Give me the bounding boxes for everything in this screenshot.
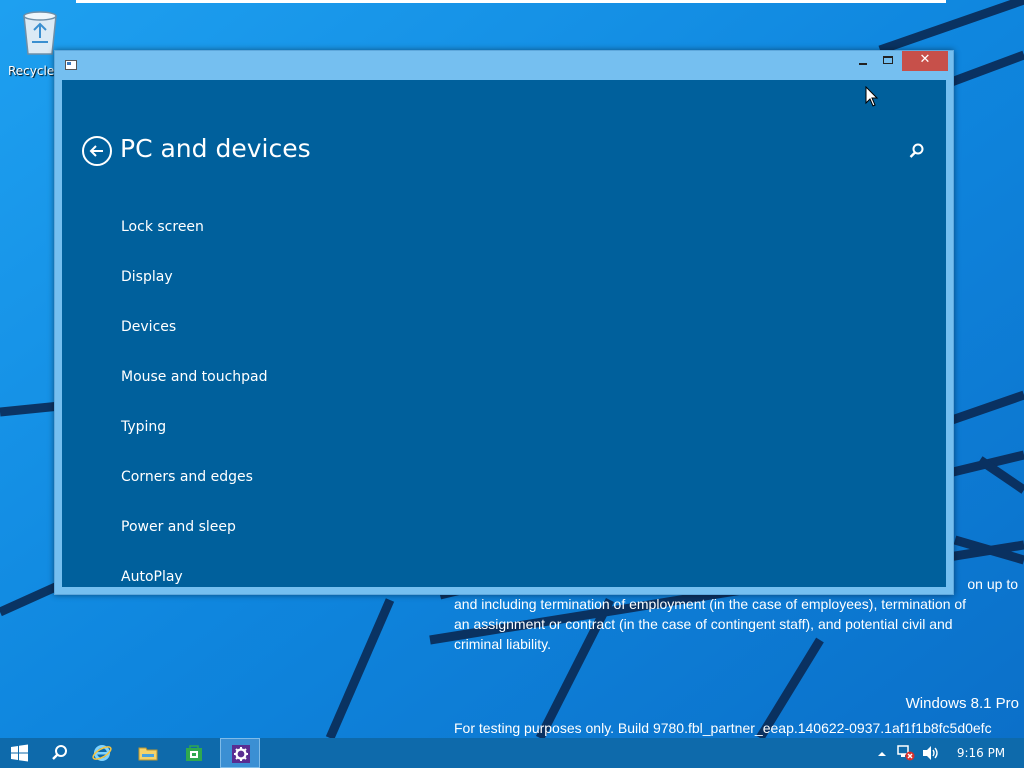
- settings-content: PC and devices Lock screen Display Devic…: [62, 80, 946, 587]
- network-disconnected-icon: [897, 745, 915, 761]
- taskbar-pc-settings[interactable]: [220, 738, 260, 768]
- taskbar-store[interactable]: [174, 738, 214, 768]
- mouse-cursor-icon: [865, 86, 879, 107]
- build-watermark: For testing purposes only. Build 9780.fb…: [454, 720, 992, 736]
- legal-line: an assignment or contract (in the case o…: [454, 616, 953, 632]
- internet-explorer-icon: [92, 745, 112, 761]
- nav-item-lock-screen[interactable]: Lock screen: [121, 217, 268, 267]
- nav-item-display[interactable]: Display: [121, 267, 268, 317]
- page-title: PC and devices: [120, 134, 311, 163]
- nav-item-corners-and-edges[interactable]: Corners and edges: [121, 467, 268, 517]
- taskbar-internet-explorer[interactable]: [82, 738, 122, 768]
- background-window-edge: [76, 0, 946, 3]
- speaker-icon: [923, 746, 938, 760]
- back-button[interactable]: [82, 136, 112, 166]
- search-button[interactable]: [908, 142, 926, 160]
- nav-item-mouse-and-touchpad[interactable]: Mouse and touchpad: [121, 367, 268, 417]
- close-icon: ✕: [919, 52, 931, 67]
- legal-line: and including termination of employment …: [454, 596, 967, 612]
- nav-item-autoplay[interactable]: AutoPlay: [121, 567, 268, 587]
- window-titlebar[interactable]: ✕: [55, 51, 953, 80]
- settings-icon: [232, 745, 250, 763]
- file-explorer-icon: [138, 747, 158, 761]
- settings-nav-list: Lock screen Display Devices Mouse and to…: [121, 217, 268, 587]
- recycle-bin-label: Recycle Bin: [8, 64, 60, 78]
- nav-item-typing[interactable]: Typing: [121, 417, 268, 467]
- start-button[interactable]: [0, 738, 40, 768]
- volume-button[interactable]: [920, 738, 942, 768]
- search-icon: [52, 745, 67, 760]
- recycle-bin-icon: [23, 11, 57, 55]
- store-icon: [186, 745, 202, 761]
- app-window-icon[interactable]: [65, 60, 77, 70]
- windows-start-icon: [11, 744, 28, 762]
- show-hidden-icons-button[interactable]: [872, 738, 892, 768]
- network-status-button[interactable]: [894, 738, 918, 768]
- taskbar-search-button[interactable]: [40, 738, 80, 768]
- taskbar: 9:16 PM: [0, 738, 1024, 768]
- close-button[interactable]: ✕: [902, 51, 948, 71]
- taskbar-clock[interactable]: 9:16 PM: [946, 738, 1016, 768]
- minimize-button[interactable]: [844, 51, 878, 71]
- back-arrow-icon: [89, 145, 103, 157]
- nav-item-power-and-sleep[interactable]: Power and sleep: [121, 517, 268, 567]
- nav-item-devices[interactable]: Devices: [121, 317, 268, 367]
- search-icon: [909, 143, 924, 158]
- chevron-up-icon: [878, 752, 886, 756]
- windows-edition-watermark: Windows 8.1 Pro: [905, 695, 1019, 712]
- pc-settings-window: ✕ PC and devices Lock screen Display Dev…: [54, 50, 954, 595]
- legal-line: criminal liability.: [454, 636, 551, 652]
- taskbar-file-explorer[interactable]: [128, 738, 168, 768]
- maximize-button[interactable]: [878, 51, 900, 71]
